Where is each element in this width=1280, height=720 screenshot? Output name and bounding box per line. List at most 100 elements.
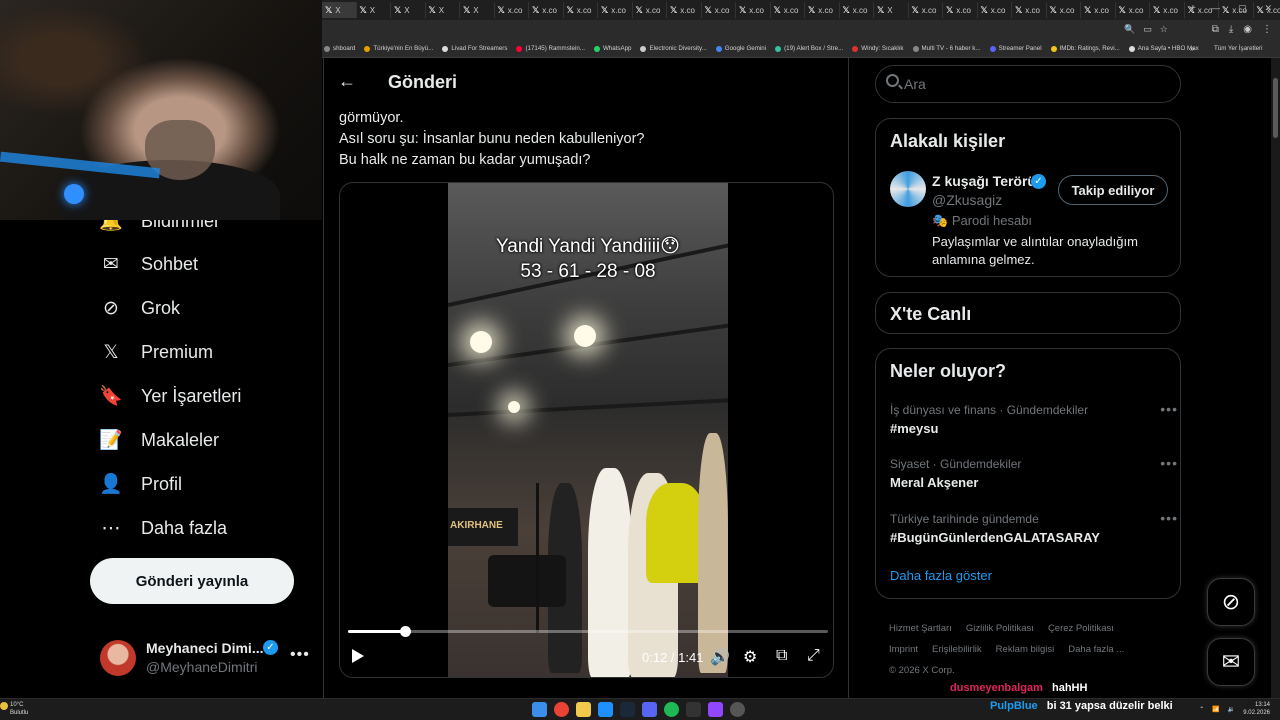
browser-tab[interactable]: 𝕏x.co (943, 2, 978, 18)
browser-tab[interactable]: 𝕏x.co (1012, 2, 1047, 18)
clock[interactable]: 13:14 9.02.2026 (1243, 701, 1270, 717)
bookmark-item[interactable]: shboard (324, 45, 355, 52)
chrome-icon[interactable] (554, 702, 569, 717)
minimize-icon[interactable]: — (1211, 3, 1220, 14)
browser-tab[interactable]: 𝕏x.co (1150, 2, 1185, 18)
obs-icon[interactable] (730, 702, 745, 717)
star-icon[interactable]: ☆ (1160, 24, 1168, 35)
browser-tab[interactable]: 𝕏x.co (598, 2, 633, 18)
account-switcher[interactable]: Meyhaneci Dimi... ✓ @MeyhaneDimitri ••• (100, 636, 320, 680)
all-bookmarks-button[interactable]: Tüm Yer İşaretleri (1214, 45, 1263, 52)
weather-widget[interactable]: 10°C Bulutlu (10, 701, 28, 717)
browser-tab[interactable]: 𝕏X (322, 2, 357, 18)
trend-more-icon[interactable]: ••• (1160, 510, 1178, 526)
trend-more-icon[interactable]: ••• (1160, 455, 1178, 471)
bookmarks-overflow-button[interactable]: » (1190, 44, 1194, 53)
bookmark-item[interactable]: Multi TV - 6 haber k... (912, 45, 981, 52)
show-more-link[interactable]: Daha fazla göster (890, 568, 992, 583)
bookmark-item[interactable]: Electronic Diversity... (640, 45, 707, 52)
browser-tab[interactable]: 𝕏x.co (1047, 2, 1081, 18)
steam-icon[interactable] (620, 702, 635, 717)
twitch-icon[interactable] (708, 702, 723, 717)
browser-tab[interactable]: 𝕏x.co (564, 2, 598, 18)
trend-item[interactable]: Türkiye tarihinde gündemde #BugünGünlerd… (890, 510, 1177, 545)
bookmark-item[interactable]: Windy: Sıcaklık (852, 45, 904, 52)
browser-tab[interactable]: 𝕏x.co (702, 2, 736, 18)
scrollbar-thumb[interactable] (1273, 78, 1278, 138)
browser-tab[interactable]: 𝕏x.co (1116, 2, 1150, 18)
nav-item-profil[interactable]: 👤 Profil (99, 473, 182, 496)
browser-tab[interactable]: 𝕏X (874, 2, 909, 18)
volume-icon[interactable]: 🔊 (710, 647, 730, 667)
tray-chevron-icon[interactable]: ⌃ (1199, 706, 1204, 713)
footer-link[interactable]: Daha fazla ... (1068, 644, 1124, 655)
footer-link[interactable]: Imprint (889, 644, 918, 655)
search-box[interactable] (875, 65, 1181, 103)
browser-tab[interactable]: 𝕏x.co (805, 2, 840, 18)
bookmark-item[interactable]: (17145) Rammstein... (516, 45, 585, 52)
back-arrow-icon[interactable]: ← (338, 71, 356, 92)
browser-tab[interactable]: 𝕏x.co (978, 2, 1012, 18)
browser-tab[interactable]: 𝕏x.co (495, 2, 529, 18)
related-name[interactable]: Z kuşağı Terörü (932, 173, 1036, 189)
epic-icon[interactable] (686, 702, 701, 717)
video-progress-bar[interactable] (348, 626, 828, 637)
maximize-icon[interactable]: ▢ (1238, 3, 1247, 14)
bookmark-item[interactable]: Streamer Panel (989, 45, 1042, 52)
browser-menu-icon[interactable]: ⋮ (1262, 24, 1272, 35)
video-player[interactable]: AKIRHANE Yandi Yandi Yandiiii😯 53 - 61 -… (339, 182, 834, 678)
browser-tab[interactable]: 𝕏x.co (667, 2, 702, 18)
spotify-icon[interactable] (664, 702, 679, 717)
page-scrollbar[interactable] (1271, 58, 1280, 698)
nav-item-sohbet[interactable]: ✉ Sohbet (100, 253, 198, 275)
browser-tab[interactable]: 𝕏X (426, 2, 460, 18)
browser-tab[interactable]: 𝕏x.co (736, 2, 771, 18)
browser-tab[interactable]: 𝕏x.co (909, 2, 943, 18)
picture-in-picture-icon[interactable]: ⧉ (776, 647, 787, 665)
footer-link[interactable]: Çerez Politikası (1048, 623, 1114, 634)
zoom-icon[interactable]: 🔍 (1124, 24, 1135, 35)
download-icon[interactable]: ⤓ (1229, 24, 1233, 35)
browser-tab[interactable]: 𝕏x.co (771, 2, 805, 18)
nav-item-yer-i̇şaretleri[interactable]: 🔖 Yer İşaretleri (99, 385, 241, 408)
related-avatar[interactable] (890, 171, 926, 207)
close-window-icon[interactable]: ✕ (1264, 3, 1272, 14)
play-icon[interactable] (352, 649, 364, 663)
footer-link[interactable]: Gizlilik Politikası (966, 623, 1034, 634)
footer-link[interactable]: Reklam bilgisi (996, 644, 1055, 655)
browser-tab[interactable]: 𝕏x.co (1081, 2, 1116, 18)
profile-icon[interactable]: ◉ (1243, 24, 1252, 35)
nav-item-premium[interactable]: 𝕏 Premium (100, 341, 213, 363)
nav-item-daha-fazla[interactable]: ⋯ Daha fazla (100, 517, 228, 539)
x-live-card[interactable]: X'te Canlı (875, 292, 1181, 334)
video-progress-handle[interactable] (400, 626, 412, 637)
browser-tab[interactable]: 𝕏x.co (529, 2, 564, 18)
trend-item[interactable]: Siyaset · Gündemdekiler Meral Akşener ••… (890, 455, 1177, 490)
bookmark-item[interactable]: Ana Sayfa • HBO Max (1128, 45, 1199, 52)
fullscreen-icon[interactable]: ⤢ (807, 647, 820, 665)
extensions-icon[interactable]: ⧉ (1212, 24, 1219, 35)
bookmark-item[interactable]: (19) Alert Box / Stre... (775, 45, 843, 52)
bookmark-item[interactable]: Google Gemini (715, 45, 766, 52)
explorer-icon[interactable] (576, 702, 591, 717)
footer-link[interactable]: Hizmet Şartları (889, 623, 952, 634)
bookmark-item[interactable]: WhatsApp (593, 45, 631, 52)
browser-tab[interactable]: 𝕏X (391, 2, 426, 18)
bookmark-item[interactable]: Livad For Streamers (442, 45, 507, 52)
messages-fab-button[interactable]: ✉ (1207, 638, 1255, 686)
settings-icon[interactable]: ⚙ (743, 647, 757, 667)
speaker-icon[interactable]: 🔉 (1228, 706, 1235, 713)
app-icon[interactable] (598, 702, 613, 717)
post-button[interactable]: Gönderi yayınla (90, 558, 294, 604)
trend-item[interactable]: İş dünyası ve finans · Gündemdekiler #me… (890, 401, 1177, 436)
wifi-icon[interactable]: 📶 (1212, 706, 1219, 713)
browser-tab[interactable]: 𝕏x.co (633, 2, 667, 18)
nav-item-grok[interactable]: ⊘ Grok (100, 297, 180, 319)
account-more-icon[interactable]: ••• (290, 646, 310, 664)
following-button[interactable]: Takip ediliyor (1058, 175, 1168, 205)
new-tab-icon[interactable]: + (1190, 3, 1196, 14)
browser-tab[interactable]: 𝕏x.co (840, 2, 874, 18)
bookmark-item[interactable]: IMDb: Ratings, Revi... (1050, 45, 1120, 52)
cast-icon[interactable]: ▭ (1143, 24, 1152, 35)
nav-item-makaleler[interactable]: 📝 Makaleler (99, 429, 219, 452)
